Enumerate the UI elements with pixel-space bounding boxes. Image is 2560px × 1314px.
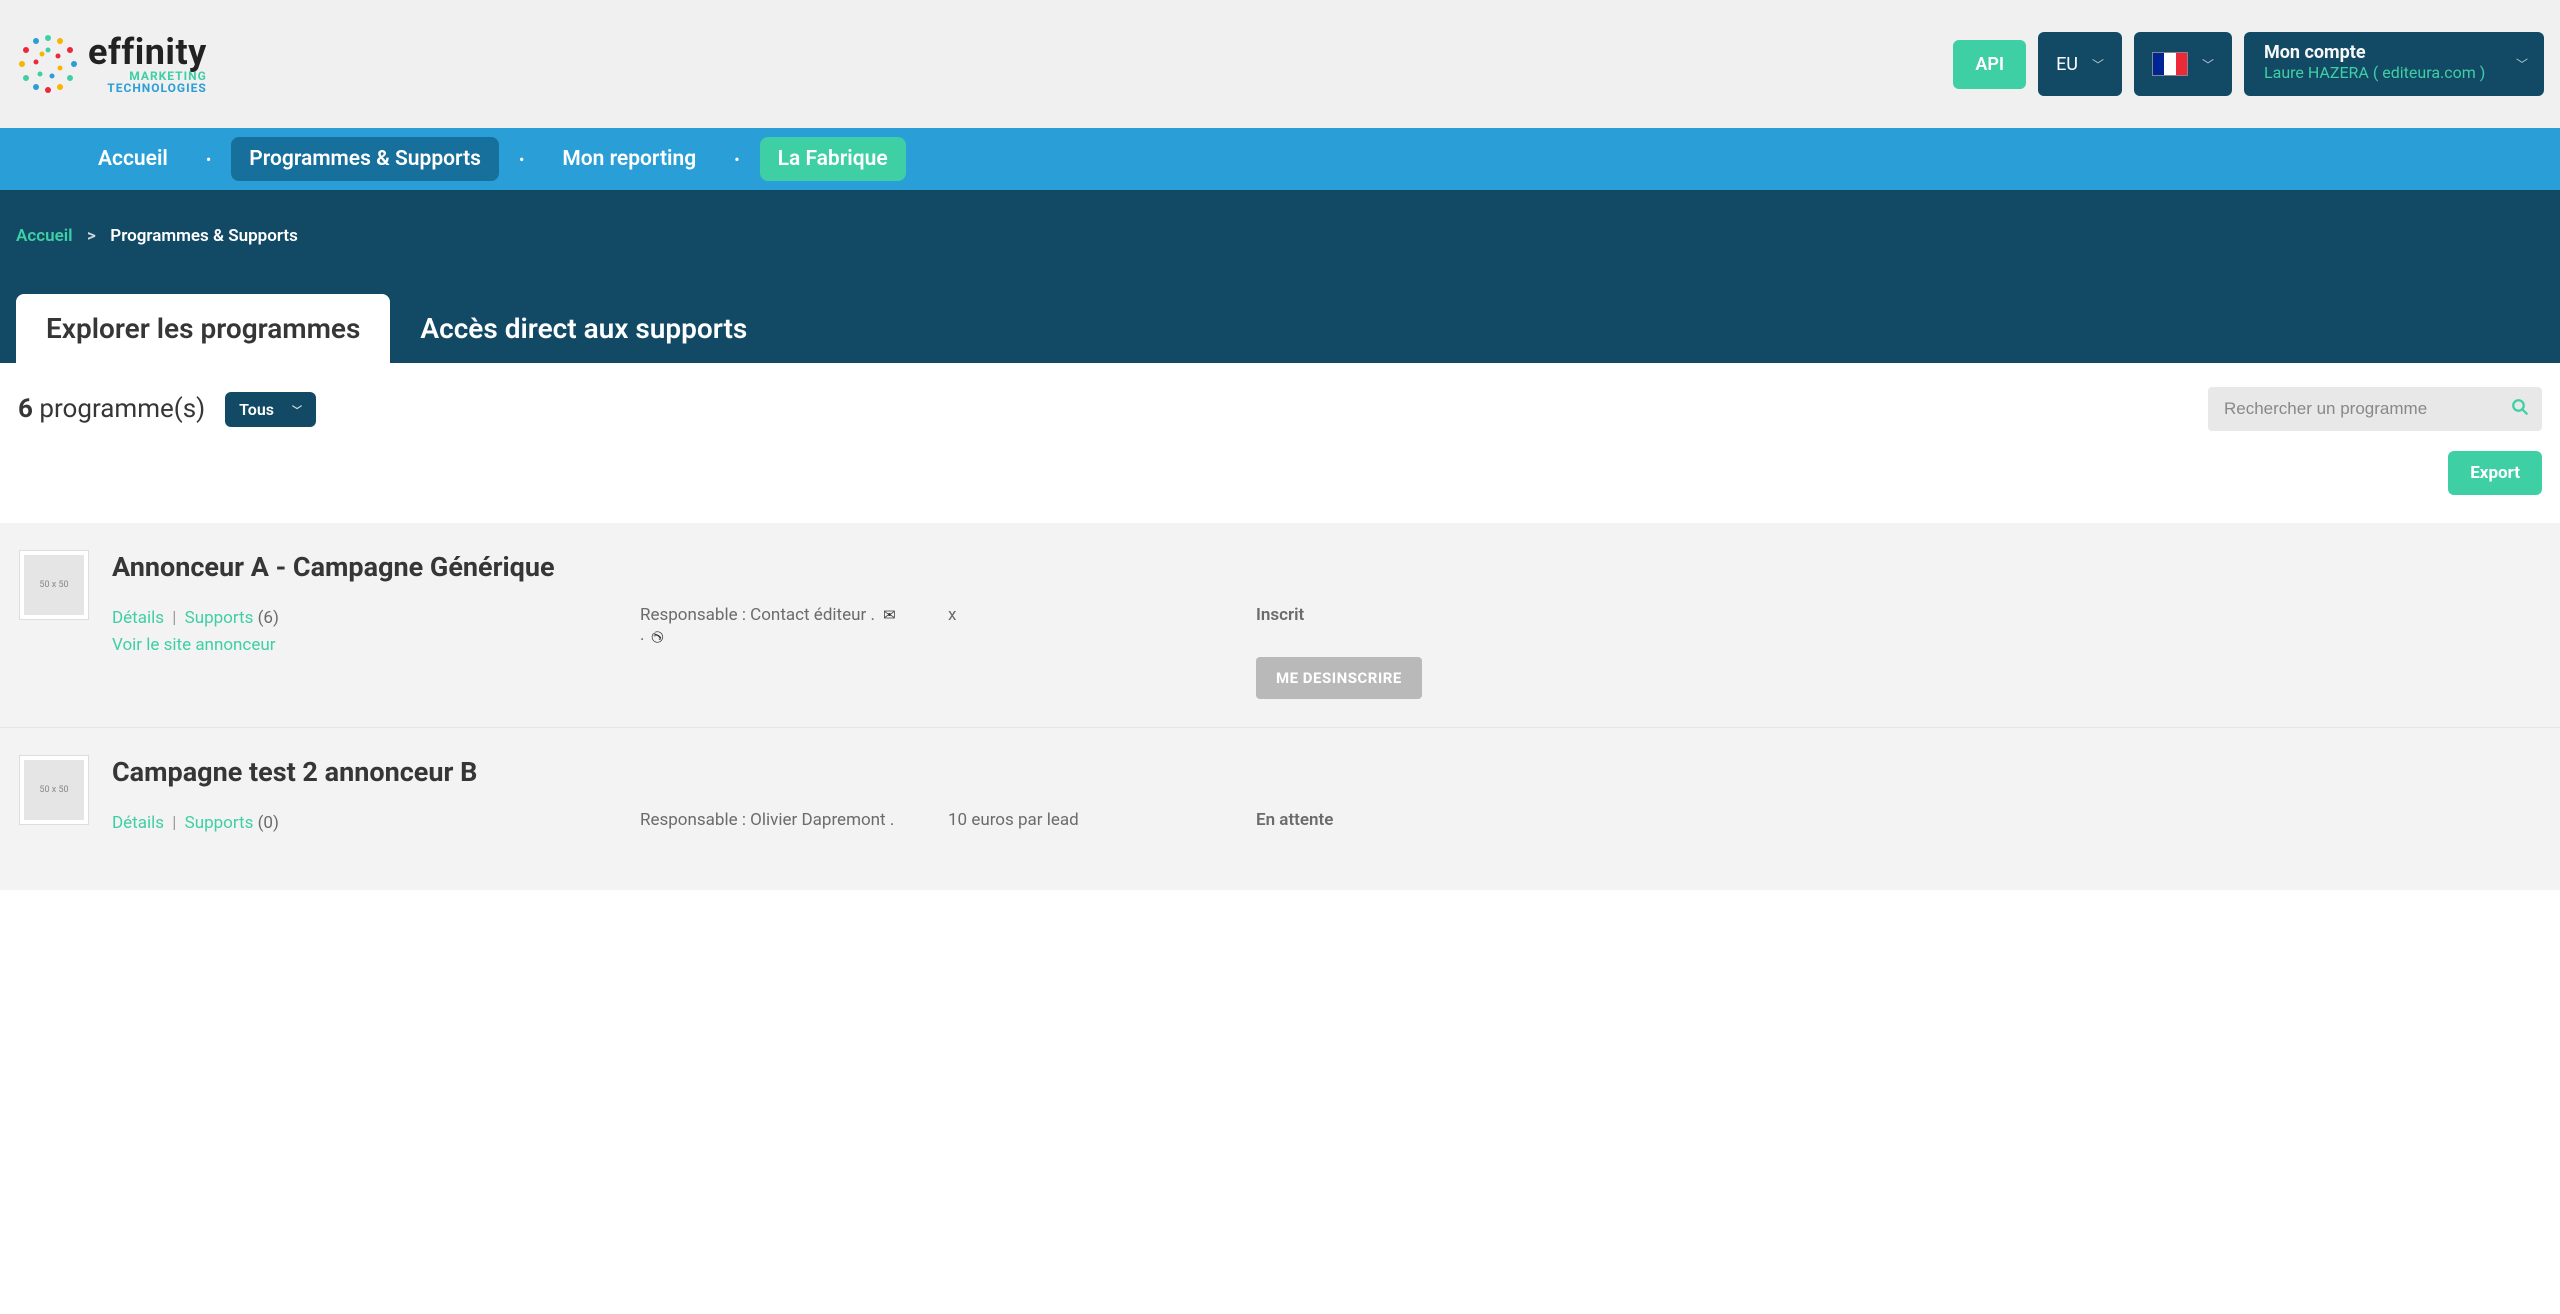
main-nav: Accueil • Programmes & Supports • Mon re… <box>0 128 2560 190</box>
nav-fabrique[interactable]: La Fabrique <box>760 137 906 181</box>
responsible-prefix: Responsable : <box>640 605 746 625</box>
responsible-name: Contact éditeur <box>750 605 866 625</box>
logo-mark <box>16 32 80 96</box>
account-site: editeura.com <box>2382 63 2476 82</box>
details-link[interactable]: Détails <box>112 608 164 628</box>
nav-separator: • <box>726 150 747 169</box>
logo-sub2: TECHNOLOGIES <box>88 82 207 94</box>
program-count: 6 programme(s) <box>18 394 205 424</box>
breadcrumb: Accueil > Programmes & Supports <box>16 226 2544 246</box>
program-extra: x <box>948 605 1248 699</box>
supports-count: (6) <box>258 608 279 628</box>
account-title: Mon compte <box>2264 42 2504 63</box>
program-meta: Responsable : Olivier Dapremont . <box>640 810 940 862</box>
account-user-line: Laure HAZERA ( editeura.com ) <box>2264 63 2504 82</box>
panel-top-left: 6 programme(s) Tous ﹀ <box>18 392 316 427</box>
program-side: En attente <box>1256 810 2540 862</box>
region-select[interactable]: EU ﹀ <box>2038 32 2122 96</box>
search-icon <box>2511 398 2529 421</box>
tab-explorer[interactable]: Explorer les programmes <box>16 294 390 363</box>
program-extra: 10 euros par lead <box>948 810 1248 862</box>
supports-link[interactable]: Supports <box>185 608 254 628</box>
program-title: Campagne test 2 annonceur B <box>112 756 2540 788</box>
account-menu[interactable]: Mon compte Laure HAZERA ( editeura.com )… <box>2244 32 2544 96</box>
filter-label: Tous <box>239 400 274 419</box>
nav-reporting[interactable]: Mon reporting <box>544 137 714 181</box>
language-select[interactable]: ﹀ <box>2134 32 2232 96</box>
program-title: Annonceur A - Campagne Générique <box>112 551 2540 583</box>
programs-list: 50 x 50 Annonceur A - Campagne Générique… <box>0 523 2560 890</box>
phone-icon[interactable]: ✆ <box>647 625 668 644</box>
program-status: Inscrit <box>1256 605 2540 625</box>
export-button[interactable]: Export <box>2448 451 2542 495</box>
tabs: Explorer les programmes Accès direct aux… <box>16 294 2544 363</box>
panel-top: 6 programme(s) Tous ﹀ <box>18 387 2542 431</box>
nav-accueil[interactable]: Accueil <box>80 137 186 181</box>
unsubscribe-button[interactable]: ME DESINSCRIRE <box>1256 657 1422 699</box>
program-row: 50 x 50 Annonceur A - Campagne Générique… <box>0 523 2560 728</box>
search-input[interactable] <box>2208 387 2498 431</box>
supports-count: (0) <box>258 813 279 833</box>
export-row: Export <box>18 431 2542 523</box>
program-meta: Responsable : Contact éditeur . ✉ . ✆ <box>640 605 940 699</box>
panel: 6 programme(s) Tous ﹀ Export <box>0 363 2560 523</box>
flag-fr-icon <box>2152 52 2188 76</box>
details-link[interactable]: Détails <box>112 813 164 833</box>
responsible-name: Olivier Dapremont <box>750 810 885 830</box>
logo-word: effinity <box>88 34 207 70</box>
program-links: Détails | Supports (6) Voir le site anno… <box>112 605 632 699</box>
search-button[interactable] <box>2498 387 2542 431</box>
account-user: Laure HAZERA <box>2264 63 2369 82</box>
search <box>2208 387 2542 431</box>
chevron-down-icon: ﹀ <box>292 402 302 417</box>
breadcrumb-current: Programmes & Supports <box>110 226 298 246</box>
mail-icon[interactable]: ✉ <box>879 606 896 624</box>
top-right: API EU ﹀ ﹀ Mon compte Laure HAZERA ( edi… <box>1953 32 2544 96</box>
program-status: En attente <box>1256 810 2540 830</box>
api-button[interactable]: API <box>1953 40 2026 89</box>
logo[interactable]: effinity MARKETING TECHNOLOGIES <box>16 32 207 96</box>
advertiser-site-link[interactable]: Voir le site annonceur <box>112 635 275 655</box>
chevron-down-icon: ﹀ <box>2092 56 2104 73</box>
count-label: programme(s) <box>39 394 205 424</box>
filter-select[interactable]: Tous ﹀ <box>225 392 316 427</box>
program-row: 50 x 50 Campagne test 2 annonceur B Déta… <box>0 728 2560 890</box>
nav-separator: • <box>198 150 219 169</box>
nav-programmes[interactable]: Programmes & Supports <box>231 137 499 181</box>
count-number: 6 <box>18 394 33 424</box>
breadcrumb-root[interactable]: Accueil <box>16 226 73 246</box>
responsible-prefix: Responsable : <box>640 810 746 830</box>
chevron-down-icon: ﹀ <box>2202 56 2214 73</box>
tab-supports[interactable]: Accès direct aux supports <box>390 294 777 363</box>
sub-header: Accueil > Programmes & Supports Explorer… <box>0 190 2560 363</box>
nav-separator: • <box>511 150 532 169</box>
region-label: EU <box>2056 54 2078 75</box>
top-header: effinity MARKETING TECHNOLOGIES API EU ﹀… <box>0 0 2560 128</box>
chevron-down-icon: ﹀ <box>2516 56 2528 73</box>
program-thumbnail: 50 x 50 <box>20 551 88 619</box>
program-thumbnail: 50 x 50 <box>20 756 88 824</box>
logo-text: effinity MARKETING TECHNOLOGIES <box>88 34 207 94</box>
program-side: Inscrit ME DESINSCRIRE <box>1256 605 2540 699</box>
program-links: Détails | Supports (0) <box>112 810 632 862</box>
supports-link[interactable]: Supports <box>185 813 254 833</box>
